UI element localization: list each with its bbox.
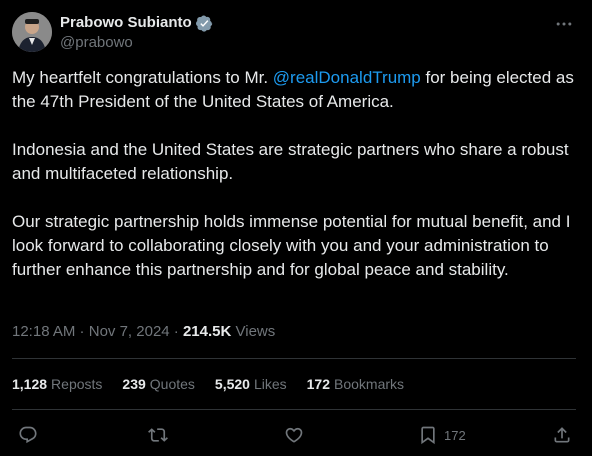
share-icon bbox=[554, 427, 570, 443]
bookmarks-stat[interactable]: 172 Bookmarks bbox=[307, 374, 404, 394]
tweet-text: My heartfelt congratulations to Mr. @rea… bbox=[12, 66, 578, 282]
avatar[interactable] bbox=[12, 12, 52, 52]
tweet-paragraph-1: My heartfelt congratulations to Mr. @rea… bbox=[12, 68, 574, 111]
tweet-paragraph-2: Indonesia and the United States are stra… bbox=[12, 140, 569, 183]
verified-badge-icon bbox=[195, 14, 213, 32]
repost-icon bbox=[148, 428, 168, 442]
share-button[interactable] bbox=[552, 424, 572, 446]
author-name[interactable]: Prabowo Subianto bbox=[60, 14, 192, 32]
reposts-stat[interactable]: 1,128 Reposts bbox=[12, 374, 102, 394]
bookmark-count: 172 bbox=[444, 427, 466, 443]
views-label: Views bbox=[231, 323, 276, 340]
tweet-meta: 12:18 AM · Nov 7, 2024 · 214.5K Views bbox=[12, 323, 276, 340]
tweet-paragraph-3: Our strategic partnership holds immense … bbox=[12, 212, 571, 279]
divider bbox=[12, 358, 576, 359]
mention-link[interactable]: @realDonaldTrump bbox=[273, 68, 421, 87]
more-options-icon[interactable] bbox=[554, 14, 574, 34]
tweet-header: Prabowo Subianto @prabowo bbox=[12, 12, 580, 54]
bookmark-icon bbox=[421, 426, 435, 445]
quotes-stat[interactable]: 239 Quotes bbox=[122, 374, 195, 394]
heart-icon bbox=[285, 427, 303, 443]
like-button[interactable] bbox=[284, 424, 304, 446]
avatar-image bbox=[12, 12, 52, 52]
bookmark-button[interactable]: 172 bbox=[418, 424, 466, 446]
post-date[interactable]: Nov 7, 2024 bbox=[89, 323, 170, 340]
views-count: 214.5K bbox=[182, 323, 232, 340]
divider bbox=[12, 409, 576, 410]
repost-button[interactable] bbox=[148, 424, 168, 446]
tweet: Prabowo Subianto @prabowo My heartfelt c… bbox=[0, 0, 592, 456]
likes-stat[interactable]: 5,520 Likes bbox=[215, 374, 287, 394]
reply-icon bbox=[19, 426, 37, 444]
engagement-stats: 1,128 Reposts 239 Quotes 5,520 Likes 172 Boo… bbox=[12, 374, 404, 394]
author-handle[interactable]: @prabowo bbox=[60, 33, 213, 53]
action-bar: 172 bbox=[12, 422, 576, 450]
reply-button[interactable] bbox=[18, 424, 38, 446]
post-time[interactable]: 12:18 AM bbox=[12, 323, 75, 340]
author-identity: Prabowo Subianto @prabowo bbox=[60, 14, 213, 53]
